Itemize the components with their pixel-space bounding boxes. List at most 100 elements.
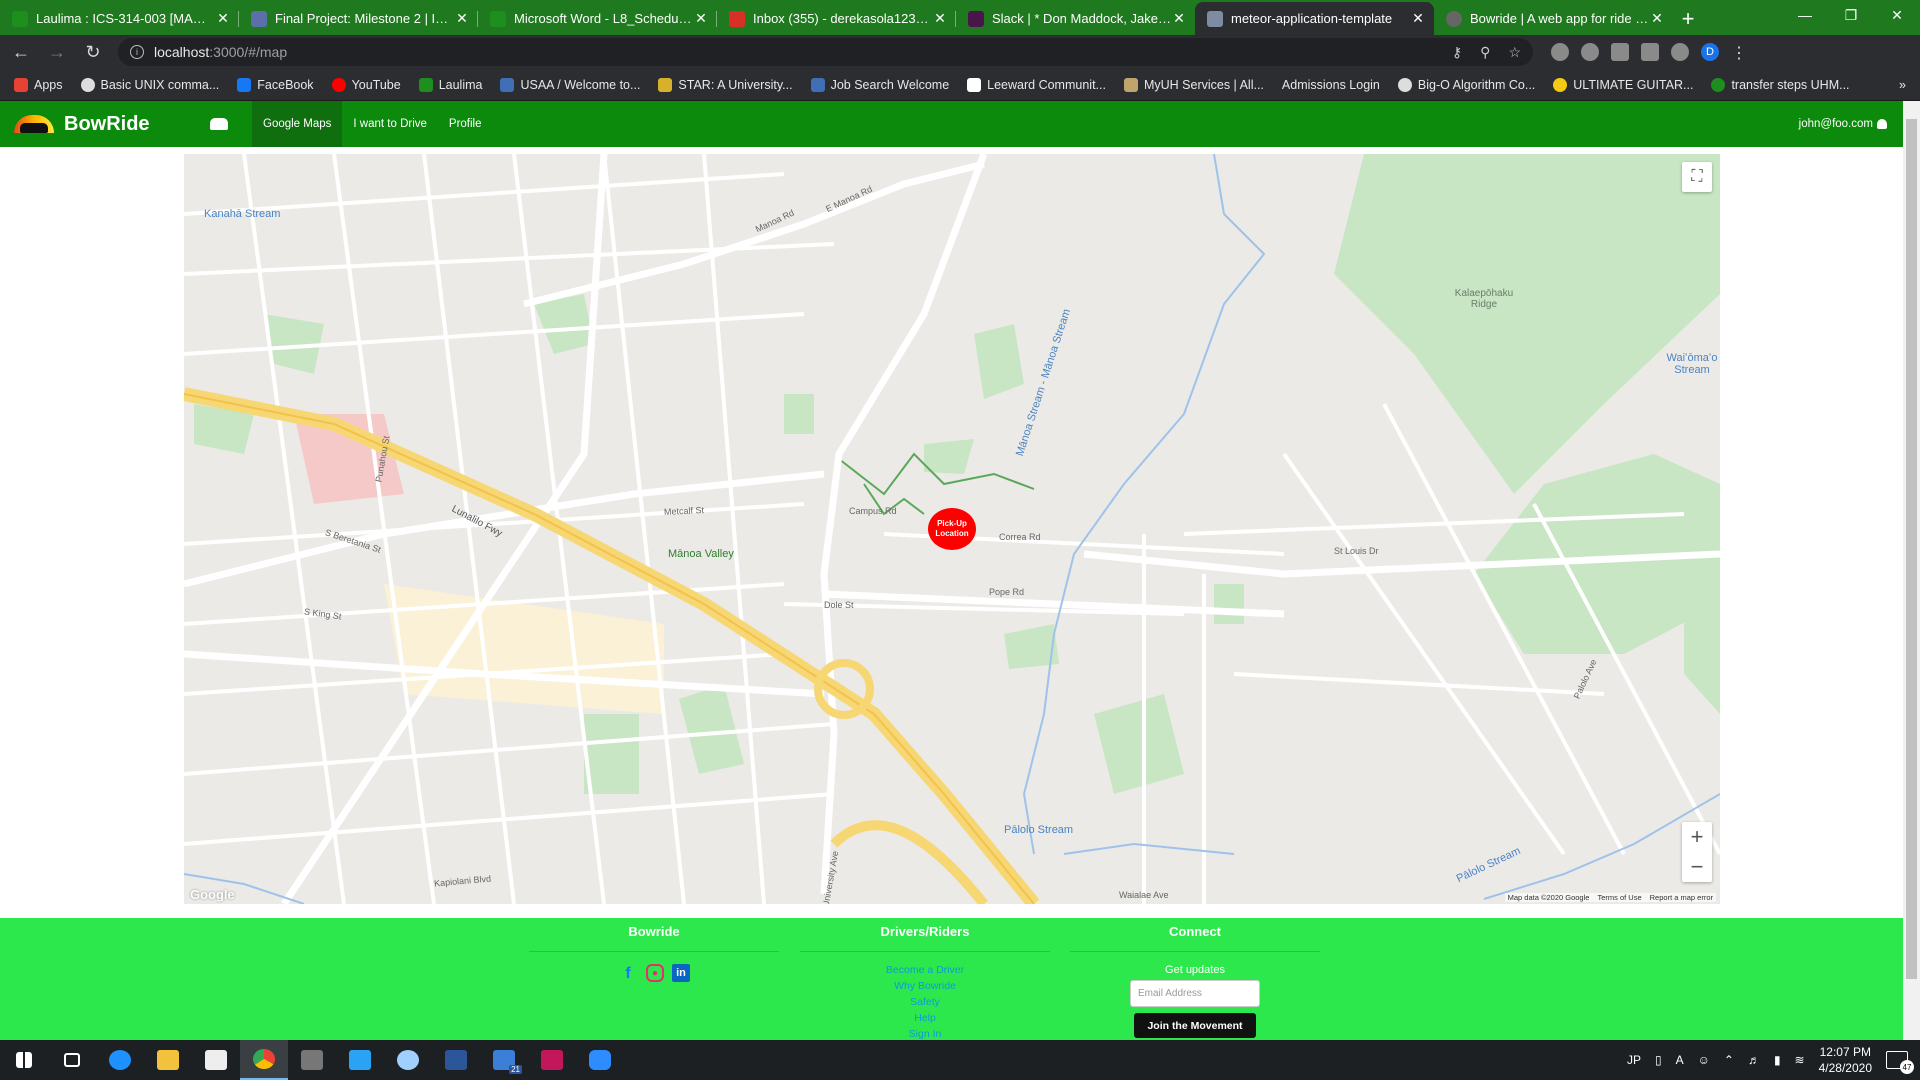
bookmark-unix[interactable]: Basic UNIX comma... bbox=[80, 77, 219, 92]
zoom-icon[interactable]: ⚲ bbox=[1480, 44, 1490, 61]
calculator-icon[interactable] bbox=[288, 1040, 336, 1080]
ime-a-icon[interactable]: A bbox=[1676, 1053, 1684, 1067]
pickup-location-marker[interactable]: Pick-Up Location bbox=[928, 508, 976, 550]
extension-grey-icon[interactable] bbox=[1611, 43, 1629, 61]
browser-tab-bowride[interactable]: Bowride | A web app for ride sha ✕ bbox=[1434, 2, 1673, 35]
store-icon[interactable] bbox=[192, 1040, 240, 1080]
close-tab-icon[interactable]: ✕ bbox=[1410, 10, 1426, 27]
ime-mode-icon[interactable]: ▯ bbox=[1655, 1053, 1662, 1067]
extension-compass-icon[interactable] bbox=[1581, 43, 1599, 61]
terms-of-use-link[interactable]: Terms of Use bbox=[1597, 893, 1641, 902]
page-scrollbar[interactable] bbox=[1903, 101, 1920, 1040]
bookmark-laulima[interactable]: Laulima bbox=[418, 77, 482, 92]
bookmark-usaa[interactable]: USAA / Welcome to... bbox=[500, 77, 640, 92]
edge-icon[interactable] bbox=[96, 1040, 144, 1080]
notification-icon[interactable]: 47 bbox=[1886, 1051, 1914, 1074]
brand[interactable]: BowRide bbox=[0, 113, 210, 136]
show-hidden-icons-chevron-icon[interactable]: ⌃ bbox=[1724, 1053, 1734, 1067]
zoom-out-button[interactable]: − bbox=[1682, 852, 1712, 882]
bookmark-facebook[interactable]: FaceBook bbox=[237, 77, 314, 92]
bookmark-ultimate-guitar[interactable]: ULTIMATE GUITAR... bbox=[1553, 77, 1693, 92]
extension-drive-icon[interactable] bbox=[1551, 43, 1569, 61]
bookmark-label: YouTube bbox=[351, 77, 401, 92]
more-bookmarks-chevron-icon[interactable]: » bbox=[1899, 78, 1920, 92]
restore-icon[interactable]: ❐ bbox=[1828, 0, 1874, 30]
battery-icon[interactable]: ▮ bbox=[1774, 1053, 1781, 1067]
scrollbar-thumb[interactable] bbox=[1906, 119, 1917, 979]
new-tab-button[interactable]: + bbox=[1673, 2, 1703, 35]
address-bar[interactable]: i localhost:3000/#/map ⚷ ⚲ ☆ bbox=[118, 38, 1533, 66]
clock[interactable]: 12:07 PM 4/28/2020 bbox=[1819, 1044, 1872, 1076]
extension-cast-icon[interactable] bbox=[1641, 43, 1659, 61]
bookmark-big-o[interactable]: Big-O Algorithm Co... bbox=[1397, 77, 1535, 92]
key-icon[interactable]: ⚷ bbox=[1452, 44, 1462, 61]
extension-sync-icon[interactable] bbox=[1671, 43, 1689, 61]
browser-tab-laulima[interactable]: Laulima : ICS-314-003 [MAN.871 ✕ bbox=[0, 2, 239, 35]
browser-tab-final-project[interactable]: Final Project: Milestone 2 | ICS 31 ✕ bbox=[239, 2, 478, 35]
browser-tab-slack[interactable]: Slack | * Don Maddock, Jake Hijin ✕ bbox=[956, 2, 1195, 35]
bookmark-youtube[interactable]: YouTube bbox=[331, 77, 401, 92]
why-bowride-link[interactable]: Why Bowride bbox=[800, 980, 1050, 992]
google-logo[interactable]: Google bbox=[190, 887, 235, 902]
vscode-icon[interactable] bbox=[336, 1040, 384, 1080]
nav-i-want-to-drive[interactable]: I want to Drive bbox=[342, 101, 438, 147]
bookmark-transfer-steps[interactable]: transfer steps UHM... bbox=[1711, 77, 1850, 92]
bookmark-job-search[interactable]: Job Search Welcome bbox=[810, 77, 949, 92]
close-tab-icon[interactable]: ✕ bbox=[693, 10, 709, 27]
bookmarks-bar: Apps Basic UNIX comma... FaceBook YouTub… bbox=[0, 69, 1920, 101]
become-driver-link[interactable]: Become a Driver bbox=[800, 964, 1050, 976]
star-icon[interactable]: ☆ bbox=[1508, 44, 1521, 61]
nav-google-maps[interactable]: Google Maps bbox=[252, 101, 343, 147]
user-icon bbox=[1877, 119, 1887, 129]
wifi-icon[interactable]: ≋ bbox=[1795, 1053, 1805, 1067]
windows-start-icon[interactable] bbox=[0, 1040, 48, 1080]
report-map-error-link[interactable]: Report a map error bbox=[1650, 893, 1713, 902]
minimize-icon[interactable]: — bbox=[1782, 0, 1828, 30]
mail-icon[interactable]: 21 bbox=[480, 1040, 528, 1080]
instagram-icon[interactable]: ● bbox=[646, 964, 664, 982]
user-menu[interactable]: john@foo.com bbox=[1799, 118, 1903, 130]
browser-tab-word[interactable]: Microsoft Word - L8_Schedule(S2 ✕ bbox=[478, 2, 717, 35]
fullscreen-icon[interactable]: ⛶ bbox=[1682, 162, 1712, 192]
bookmark-leeward[interactable]: Leeward Communit... bbox=[967, 77, 1106, 92]
help-link[interactable]: Help bbox=[800, 1012, 1050, 1024]
task-view-icon[interactable] bbox=[48, 1040, 96, 1080]
close-tab-icon[interactable]: ✕ bbox=[1649, 10, 1665, 27]
safety-link[interactable]: Safety bbox=[800, 996, 1050, 1008]
back-arrow-icon[interactable]: ← bbox=[6, 37, 36, 67]
bookmark-apps[interactable]: Apps bbox=[14, 77, 63, 92]
bookmark-star[interactable]: STAR: A University... bbox=[658, 77, 793, 92]
join-movement-button[interactable]: Join the Movement bbox=[1134, 1013, 1256, 1038]
google-map[interactable]: Kanahā Stream Waiʻōmaʻo Stream Kalaepōha… bbox=[184, 154, 1720, 904]
close-tab-icon[interactable]: ✕ bbox=[932, 10, 948, 27]
word-icon[interactable] bbox=[432, 1040, 480, 1080]
paint-icon[interactable] bbox=[384, 1040, 432, 1080]
footer-col-drivers: Drivers/Riders Become a Driver Why Bowri… bbox=[800, 924, 1050, 1040]
close-tab-icon[interactable]: ✕ bbox=[454, 10, 470, 27]
chrome-icon[interactable] bbox=[240, 1040, 288, 1080]
close-tab-icon[interactable]: ✕ bbox=[1171, 10, 1187, 27]
bookmark-admissions[interactable]: Admissions Login bbox=[1282, 78, 1380, 92]
intellij-icon[interactable] bbox=[528, 1040, 576, 1080]
zoom-app-icon[interactable] bbox=[576, 1040, 624, 1080]
info-icon[interactable]: i bbox=[130, 45, 144, 59]
email-input[interactable]: Email Address bbox=[1130, 980, 1260, 1007]
facebook-icon[interactable]: f bbox=[618, 964, 638, 984]
menu-kebab-icon[interactable]: ⋮ bbox=[1731, 43, 1747, 62]
linkedin-icon[interactable]: in bbox=[672, 964, 690, 982]
forward-arrow-icon[interactable]: → bbox=[42, 37, 72, 67]
file-explorer-icon[interactable] bbox=[144, 1040, 192, 1080]
reload-icon[interactable]: ↻ bbox=[78, 37, 108, 67]
ime-lang[interactable]: JP bbox=[1627, 1053, 1641, 1067]
people-icon[interactable]: ☺ bbox=[1698, 1053, 1710, 1067]
browser-tab-meteor[interactable]: meteor-application-template ✕ bbox=[1195, 2, 1434, 35]
close-window-icon[interactable]: ✕ bbox=[1874, 0, 1920, 30]
profile-avatar[interactable]: D bbox=[1701, 43, 1719, 61]
zoom-in-button[interactable]: + bbox=[1682, 822, 1712, 852]
close-tab-icon[interactable]: ✕ bbox=[215, 10, 231, 27]
volume-icon[interactable]: ♬ bbox=[1748, 1053, 1760, 1067]
nav-profile[interactable]: Profile bbox=[438, 101, 493, 147]
browser-tab-gmail[interactable]: Inbox (355) - derekasola123@gm ✕ bbox=[717, 2, 956, 35]
sign-in-link[interactable]: Sign In bbox=[800, 1028, 1050, 1040]
bookmark-myuh[interactable]: MyUH Services | All... bbox=[1123, 77, 1264, 92]
